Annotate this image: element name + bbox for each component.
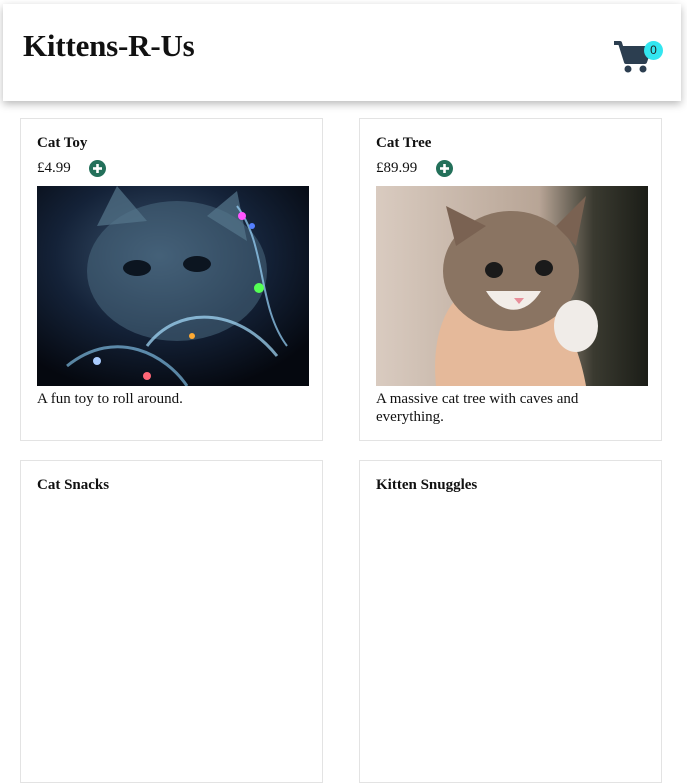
product-card-cat-toy: Cat Toy £4.99 A fun toy to roll around. bbox=[20, 118, 323, 441]
product-card-cat-tree: Cat Tree £89.99 A massive cat tree with … bbox=[359, 118, 662, 441]
product-description: A fun toy to roll around. bbox=[37, 391, 183, 407]
site-header: Kittens-R-Us 0 bbox=[3, 4, 681, 101]
product-price: £4.99 bbox=[37, 160, 71, 176]
cart-count-badge: 0 bbox=[644, 41, 663, 60]
product-card-kitten-snuggles: Kitten Snuggles bbox=[359, 460, 662, 783]
product-image-cat-tree bbox=[376, 186, 648, 386]
product-name: Cat Tree bbox=[376, 135, 432, 151]
product-name: Cat Toy bbox=[37, 135, 88, 151]
product-name: Cat Snacks bbox=[37, 477, 110, 493]
product-description: A massive cat tree with caves and everyt… bbox=[376, 391, 579, 425]
product-image-cat-toy bbox=[37, 186, 309, 386]
product-name: Kitten Snuggles bbox=[376, 477, 478, 493]
cart-button[interactable]: 0 bbox=[614, 38, 664, 78]
product-price: £89.99 bbox=[376, 160, 418, 176]
site-title: Kittens-R-Us bbox=[23, 28, 195, 63]
plus-circle-icon bbox=[436, 160, 453, 177]
add-to-cart-button[interactable] bbox=[89, 160, 106, 177]
add-to-cart-button[interactable] bbox=[436, 160, 453, 177]
product-card-cat-snacks: Cat Snacks bbox=[20, 460, 323, 783]
plus-circle-icon bbox=[89, 160, 106, 177]
